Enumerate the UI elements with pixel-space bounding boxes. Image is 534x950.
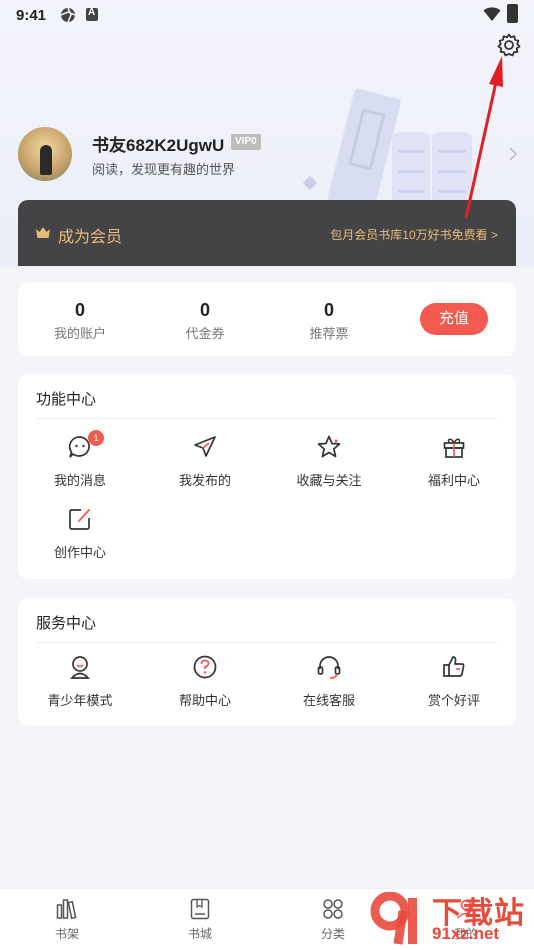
wallet-card: 0 我的账户 0 代金券 0 推荐票 充值 [18, 282, 516, 356]
battery-icon [507, 4, 518, 23]
grid-item-label: 收藏与关注 [296, 473, 362, 488]
site-watermark: 下载站 91xz.net [364, 888, 534, 950]
send-icon [194, 436, 216, 457]
divider [36, 642, 498, 643]
account-balance-stat[interactable]: 0 我的账户 [30, 300, 130, 342]
voucher-stat[interactable]: 0 代金券 [155, 300, 255, 342]
nav-tab-label: 书城 [187, 927, 212, 941]
nav-tab-label: 分类 [320, 927, 345, 941]
stat-label: 代金券 [185, 326, 225, 341]
grid-item-label: 帮助中心 [178, 693, 231, 708]
recommend-ticket-stat[interactable]: 0 推荐票 [279, 300, 379, 342]
service-center-card: 服务中心 青少年模式 帮助中心 在线客服 赏个好评 [18, 598, 516, 726]
grid-item-creation-center[interactable]: 创作中心 [30, 506, 130, 561]
nav-tab-category[interactable]: 分类 [303, 897, 363, 942]
grid-item-label: 福利中心 [427, 473, 480, 488]
recharge-button[interactable]: 充值 [420, 303, 488, 335]
status-time: 9:41 [16, 7, 47, 24]
grid-item-label: 我发布的 [178, 473, 231, 488]
gift-icon [443, 438, 465, 458]
bookstore-icon [190, 898, 210, 920]
grid-item-label: 青少年模式 [47, 693, 113, 708]
stat-value: 0 [323, 300, 334, 320]
profile-tagline: 阅读，发现更有趣的世界 [92, 162, 236, 177]
grid-item-label: 我的消息 [53, 473, 106, 488]
vip-level-badge: VIP0 [231, 134, 261, 150]
watermark-url: 91xz.net [432, 924, 500, 943]
headset-icon [317, 656, 341, 679]
stat-value: 0 [74, 300, 85, 320]
wifi-icon [483, 7, 501, 21]
grid-item-label: 赏个好评 [427, 693, 480, 708]
grid-item-rate-app[interactable]: 赏个好评 [404, 654, 504, 709]
grid-item-help-center[interactable]: 帮助中心 [155, 654, 255, 709]
aperture-icon [60, 7, 76, 23]
stat-label: 我的账户 [53, 326, 106, 341]
grid-item-teen-mode[interactable]: 青少年模式 [30, 654, 130, 709]
teen-icon [70, 656, 90, 679]
divider [36, 418, 498, 419]
vip-banner-promo-link[interactable]: 包月会员书库10万好书免费看 > [330, 226, 498, 243]
vip-banner-title: 成为会员 [58, 229, 123, 246]
thumbs-up-icon [443, 656, 465, 677]
unread-count-badge: 1 [88, 430, 104, 446]
bookshelf-icon [56, 899, 77, 920]
grid-item-my-posts[interactable]: 我发布的 [155, 434, 255, 489]
vip-membership-banner[interactable]: 成为会员 包月会员书库10万好书免费看 > [18, 200, 516, 266]
grid-item-messages[interactable]: 1 我的消息 [30, 430, 130, 489]
grid-item-label: 在线客服 [302, 693, 355, 708]
grid-item-favorites[interactable]: 收藏与关注 [279, 434, 379, 489]
edit-icon [69, 509, 90, 530]
username: 书友682K2UgwU [92, 136, 225, 155]
grid-item-label: 创作中心 [53, 545, 106, 560]
app-notification-icon [86, 7, 98, 21]
star-icon [317, 435, 341, 458]
settings-gear-icon[interactable] [496, 32, 522, 58]
grid-item-online-support[interactable]: 在线客服 [279, 654, 379, 709]
category-icon [323, 899, 343, 919]
nav-tab-bookshelf[interactable]: 书架 [37, 897, 97, 942]
user-profile-row[interactable]: 书友682K2UgwU VIP0 阅读，发现更有趣的世界 [18, 127, 518, 183]
nav-tab-label: 书架 [54, 927, 79, 941]
grid-item-welfare[interactable]: 福利中心 [404, 434, 504, 489]
crown-icon [36, 227, 50, 238]
section-title: 功能中心 [36, 391, 97, 408]
status-bar: 9:41 [0, 0, 534, 30]
avatar[interactable] [18, 127, 72, 181]
nav-tab-bookstore[interactable]: 书城 [170, 897, 230, 942]
function-center-card: 功能中心 1 我的消息 我发布的 收藏与关注 福利中心 创作中心 [18, 374, 516, 579]
help-icon [193, 655, 217, 679]
chevron-right-icon [509, 147, 518, 161]
watermark-logo-icon [370, 892, 417, 945]
stat-label: 推荐票 [309, 326, 349, 341]
stat-value: 0 [199, 300, 210, 320]
section-title: 服务中心 [36, 615, 97, 632]
